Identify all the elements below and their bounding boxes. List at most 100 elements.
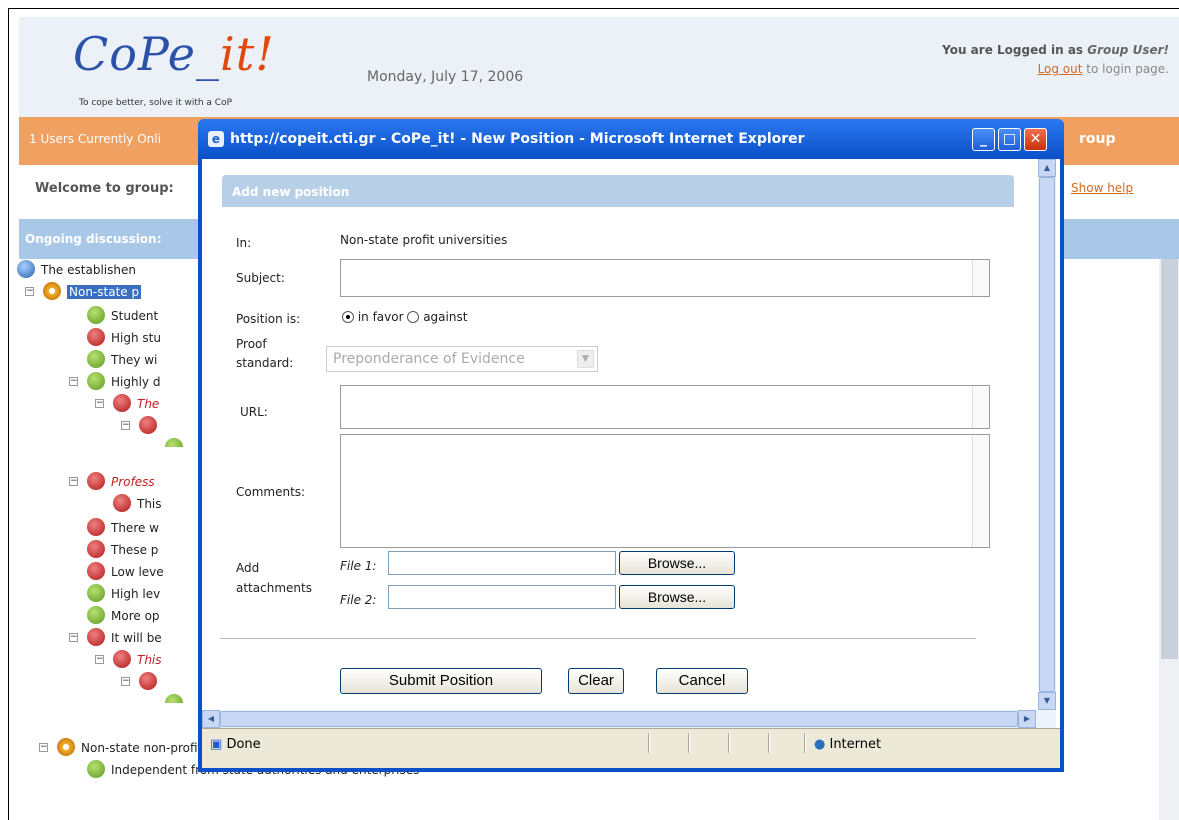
collapse-toggle-icon[interactable]: − bbox=[39, 743, 48, 752]
url-input[interactable] bbox=[340, 385, 990, 429]
page-scrollbar-thumb[interactable] bbox=[1161, 259, 1178, 659]
clear-button[interactable]: Clear bbox=[568, 668, 624, 694]
scroll-right-icon[interactable]: ▶ bbox=[1018, 710, 1036, 728]
ie-status-bar: ▣ Done ● Internet bbox=[202, 728, 1060, 768]
status-separator bbox=[728, 733, 730, 753]
file1-label: File 1: bbox=[340, 559, 377, 573]
collapse-toggle-icon[interactable]: − bbox=[95, 399, 104, 408]
tree-item-label: High stu bbox=[111, 331, 161, 345]
subject-label: Subject: bbox=[236, 271, 285, 285]
status-done-label: Done bbox=[226, 737, 261, 752]
submit-position-button[interactable]: Submit Position bbox=[340, 668, 542, 694]
minimize-button[interactable]: _ bbox=[972, 128, 995, 151]
minus-icon bbox=[87, 540, 105, 558]
proof-label: Proof standard: bbox=[236, 337, 294, 370]
dialog-vertical-scrollbar[interactable]: ▲ ▼ bbox=[1038, 159, 1056, 710]
collapse-toggle-icon[interactable]: − bbox=[69, 377, 78, 386]
form-header-label: Add new position bbox=[232, 185, 350, 199]
logout-line: Log out to login page. bbox=[1038, 62, 1169, 76]
chevron-down-icon: ▼ bbox=[577, 350, 594, 368]
browse-file2-button[interactable]: Browse... bbox=[619, 585, 735, 609]
plus-icon bbox=[87, 584, 105, 602]
form-divider bbox=[220, 638, 976, 639]
collapse-toggle-icon[interactable]: − bbox=[121, 421, 130, 430]
tree-item-label: This bbox=[137, 497, 162, 511]
minus-icon bbox=[113, 394, 131, 412]
file2-input[interactable] bbox=[388, 585, 616, 609]
logout-suffix: to login page. bbox=[1086, 62, 1169, 76]
window-client: Add new position In: Non-state profit un… bbox=[202, 159, 1060, 768]
user-name: Group User! bbox=[1087, 43, 1169, 57]
minus-icon bbox=[87, 518, 105, 536]
tree-item-label: Non-state p bbox=[67, 285, 142, 299]
plus-icon bbox=[87, 306, 105, 324]
form-header: Add new position bbox=[222, 175, 1014, 207]
minus-icon bbox=[87, 562, 105, 580]
tree-item-label: It will be bbox=[111, 631, 162, 645]
status-zone: ● Internet bbox=[814, 737, 881, 752]
logout-link[interactable]: Log out bbox=[1038, 62, 1083, 76]
subject-input[interactable] bbox=[340, 259, 990, 297]
comments-label: Comments: bbox=[236, 485, 306, 499]
tree-item-label: There w bbox=[111, 521, 159, 535]
scroll-down-icon[interactable]: ▼ bbox=[1038, 692, 1056, 710]
tree-item-label: Profess bbox=[111, 475, 155, 489]
comments-scrollbar[interactable] bbox=[972, 435, 989, 547]
status-separator bbox=[804, 733, 806, 753]
tree-item-label: High lev bbox=[111, 587, 161, 601]
collapse-toggle-icon[interactable]: − bbox=[121, 677, 130, 686]
group-text: roup bbox=[1079, 131, 1116, 147]
subject-scrollbar[interactable] bbox=[972, 260, 989, 296]
internet-globe-icon: ● bbox=[814, 737, 826, 752]
scroll-up-icon[interactable]: ▲ bbox=[1038, 159, 1056, 177]
tree-item-label: These p bbox=[111, 543, 159, 557]
dialog-vscroll-thumb[interactable] bbox=[1039, 177, 1055, 692]
comments-textarea[interactable] bbox=[340, 434, 990, 548]
users-online-text: 1 Users Currently Onli bbox=[29, 132, 161, 146]
status-separator bbox=[688, 733, 690, 753]
status-separator bbox=[768, 733, 770, 753]
collapse-toggle-icon[interactable]: − bbox=[69, 477, 78, 486]
page-scrollbar[interactable] bbox=[1159, 259, 1179, 820]
minus-icon bbox=[113, 494, 131, 512]
close-button[interactable]: ✕ bbox=[1024, 128, 1047, 151]
scroll-left-icon[interactable]: ◀ bbox=[202, 710, 220, 728]
minus-icon bbox=[139, 416, 157, 434]
url-label: URL: bbox=[240, 405, 268, 419]
minus-icon bbox=[113, 650, 131, 668]
welcome-text: Welcome to group: bbox=[35, 181, 174, 196]
minus-icon bbox=[87, 472, 105, 490]
status-done: ▣ Done bbox=[210, 737, 261, 752]
window-titlebar[interactable]: e http://copeit.cti.gr - CoPe_it! - New … bbox=[198, 119, 1064, 159]
in-favor-radio[interactable] bbox=[342, 311, 354, 323]
file2-label: File 2: bbox=[340, 593, 377, 607]
proof-standard-select[interactable]: Preponderance of Evidence ▼ bbox=[326, 346, 598, 372]
cancel-button[interactable]: Cancel bbox=[656, 668, 748, 694]
dialog-hscroll-thumb[interactable] bbox=[220, 711, 1018, 727]
tree-item-label: This bbox=[137, 653, 162, 667]
collapse-toggle-icon[interactable]: − bbox=[25, 287, 34, 296]
maximize-button[interactable]: □ bbox=[998, 128, 1021, 151]
gear-icon bbox=[57, 738, 75, 756]
cope-it-logo[interactable]: CoPe_it! To cope better, solve it with a… bbox=[73, 27, 313, 117]
collapse-toggle-icon[interactable]: − bbox=[95, 655, 104, 664]
ongoing-label: Ongoing discussion: bbox=[25, 232, 162, 246]
site-header: CoPe_it! To cope better, solve it with a… bbox=[19, 17, 1179, 117]
login-status: You are Logged in as Group User! bbox=[942, 43, 1169, 57]
against-label: against bbox=[423, 310, 468, 324]
file1-input[interactable] bbox=[388, 551, 616, 575]
proof-standard-value: Preponderance of Evidence bbox=[333, 351, 525, 367]
dialog-horizontal-scrollbar[interactable]: ◀ ▶ bbox=[202, 710, 1056, 728]
tree-item-label: Low leve bbox=[111, 565, 164, 579]
logged-in-prefix: You are Logged in as bbox=[942, 43, 1084, 57]
in-value: Non-state profit universities bbox=[340, 233, 508, 247]
url-scrollbar[interactable] bbox=[972, 386, 989, 428]
tree-item-label: The bbox=[137, 397, 160, 411]
show-help-link[interactable]: Show help bbox=[1071, 181, 1133, 195]
against-radio[interactable] bbox=[407, 311, 420, 323]
browse-file1-button[interactable]: Browse... bbox=[619, 551, 735, 575]
collapse-toggle-icon[interactable]: − bbox=[69, 633, 78, 642]
plus-icon bbox=[87, 372, 105, 390]
status-zone-label: Internet bbox=[829, 737, 882, 752]
status-separator bbox=[648, 733, 650, 753]
